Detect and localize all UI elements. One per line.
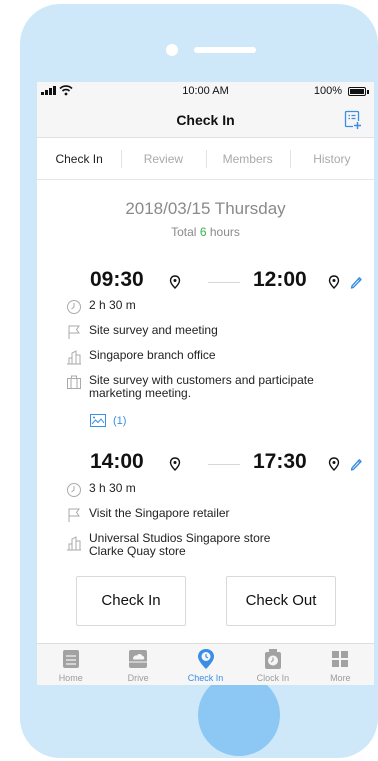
grid-icon — [332, 651, 349, 667]
attachment-link[interactable]: (1) — [90, 414, 126, 427]
check-out-button[interactable]: Check Out — [226, 576, 336, 626]
tab-history[interactable]: History — [289, 138, 374, 179]
flag-icon — [68, 508, 80, 522]
home-icon — [62, 650, 79, 668]
location-line-2: Clarke Quay store — [89, 544, 186, 558]
page-title: Check In — [176, 112, 235, 128]
clock-icon — [264, 649, 281, 669]
tab-bar: Check In Review Members History — [37, 138, 374, 180]
nav-home-label: Home — [58, 673, 83, 683]
battery-icon — [348, 87, 369, 96]
purpose-row: Visit the Singapore retailer — [66, 507, 366, 523]
status-bar: 10:00 AM 100% — [37, 82, 374, 102]
edit-pencil-icon[interactable] — [349, 273, 363, 289]
nav-drive[interactable]: Drive — [104, 644, 171, 685]
bottom-nav: Home Drive Check In Clock In More — [37, 643, 374, 685]
flag-icon — [68, 325, 80, 339]
start-time: 14:00 — [90, 450, 144, 473]
nav-more-label: More — [330, 673, 351, 683]
duration-text: 3 h 30 m — [89, 481, 136, 495]
add-record-icon[interactable] — [344, 110, 362, 130]
end-location-pin-icon[interactable] — [328, 457, 340, 471]
total-prefix: Total — [171, 225, 197, 239]
cloud-drive-icon — [129, 650, 148, 668]
nav-home[interactable]: Home — [37, 644, 104, 685]
location-row: Universal Studios Singapore store Clarke… — [66, 532, 366, 558]
duration-row: 2 h 30 m — [66, 299, 366, 315]
duration-text: 2 h 30 m — [89, 298, 136, 312]
tab-check-in[interactable]: Check In — [37, 138, 121, 179]
location-row: Singapore branch office — [66, 349, 366, 365]
nav-check-in[interactable]: Check In — [172, 644, 239, 685]
tab-members[interactable]: Members — [205, 138, 290, 179]
app-screen: 10:00 AM 100% Check In Check In Review M… — [37, 82, 374, 685]
nav-check-in-label: Check In — [187, 673, 224, 683]
nav-more[interactable]: More — [307, 644, 374, 685]
duration-row: 3 h 30 m — [66, 482, 366, 498]
time-separator — [208, 464, 240, 465]
total-hours-value: 6 — [199, 225, 207, 239]
building-icon — [67, 350, 81, 365]
total-suffix: hours — [209, 225, 240, 239]
start-time: 09:30 — [90, 268, 144, 291]
location-text: Universal Studios Singapore store Clarke… — [89, 532, 270, 558]
home-button[interactable] — [198, 674, 280, 756]
check-in-button[interactable]: Check In — [76, 576, 186, 626]
time-separator — [208, 282, 240, 283]
purpose-row: Site survey and meeting — [66, 324, 366, 340]
attachment-count: (1) — [113, 414, 127, 427]
time-range-row: 14:00 17:30 — [90, 450, 363, 480]
location-text: Singapore branch office — [89, 348, 216, 362]
nav-clock-in-label: Clock In — [256, 673, 290, 683]
nav-clock-in[interactable]: Clock In — [239, 644, 306, 685]
date-heading: 2018/03/15 Thursday — [125, 199, 286, 218]
notes-row: Site survey with customers and participa… — [66, 374, 366, 400]
clock-icon — [67, 300, 81, 314]
time-range-row: 09:30 12:00 — [90, 268, 363, 298]
briefcase-icon — [67, 375, 81, 389]
nav-drive-label: Drive — [127, 673, 149, 683]
start-location-pin-icon[interactable] — [169, 275, 181, 289]
front-camera — [166, 44, 178, 56]
end-time: 12:00 — [253, 268, 307, 291]
notes-text: Site survey with customers and participa… — [89, 373, 314, 400]
start-location-pin-icon[interactable] — [169, 457, 181, 471]
nav-bar: Check In — [37, 102, 374, 138]
battery-percent: 100% — [313, 85, 342, 97]
clock-icon — [67, 483, 81, 497]
purpose-text: Visit the Singapore retailer — [89, 506, 230, 520]
tab-review[interactable]: Review — [121, 138, 205, 179]
location-pin-icon — [197, 649, 214, 669]
total-hours: Total 6 hours — [37, 225, 374, 239]
edit-pencil-icon[interactable] — [349, 455, 363, 471]
end-location-pin-icon[interactable] — [328, 275, 340, 289]
speaker-grille — [194, 47, 256, 53]
building-icon — [67, 536, 81, 551]
image-icon — [90, 414, 106, 427]
purpose-text: Site survey and meeting — [89, 323, 218, 337]
end-time: 17:30 — [253, 450, 307, 473]
